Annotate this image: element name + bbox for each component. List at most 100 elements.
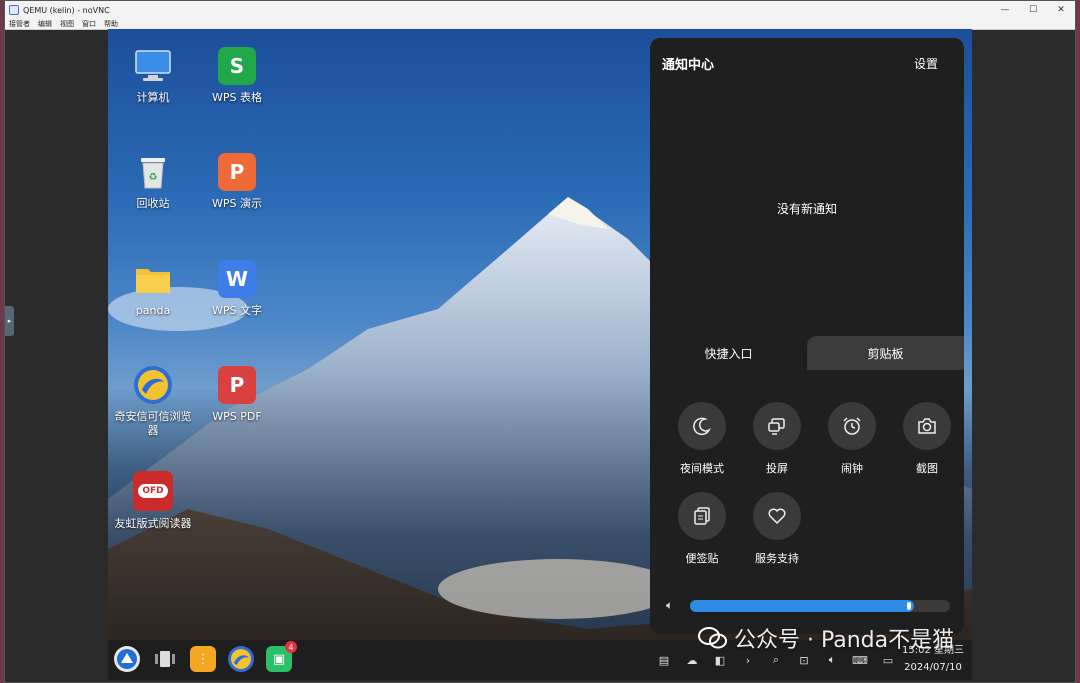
wps-pdf-icon: P: [218, 366, 256, 404]
color-app-icon[interactable]: ◧: [712, 652, 728, 668]
multitask-icon: [155, 651, 175, 667]
wps-writer-icon: W: [218, 260, 256, 298]
quick-action-label: 截图: [916, 462, 938, 475]
file-manager-icon: ⋮: [196, 651, 210, 667]
maximize-button[interactable]: ☐: [1019, 1, 1047, 19]
desktop-icon-label: 计算机: [136, 91, 170, 104]
quick-action-label: 投屏: [766, 462, 788, 475]
system-tray: ▤ ☁ ◧ › ⌕ ⊡ 🔈︎ ⌨ ▭: [656, 652, 896, 668]
browser-icon: [134, 366, 172, 404]
close-button[interactable]: ✕: [1047, 1, 1075, 19]
message-icon[interactable]: ▭: [880, 652, 896, 668]
camera-icon: [903, 402, 951, 450]
quick-action-label: 夜间模式: [680, 462, 724, 475]
browser-icon: [231, 649, 251, 669]
quick-action-service-support[interactable]: 服务支持: [742, 492, 812, 566]
tab-quick-access[interactable]: 快捷入口: [650, 336, 807, 370]
desktop-icon-wps-writer[interactable]: W WPS 文字: [192, 260, 282, 318]
novnc-sidebar-handle[interactable]: ▸: [5, 306, 14, 336]
desktop-icon-label: WPS 演示: [212, 197, 262, 210]
shopping-bag-icon: ▣: [272, 651, 286, 667]
menu-item-view[interactable]: 视图: [60, 19, 74, 29]
file-manager-taskbar-button[interactable]: ⋮: [190, 646, 216, 672]
tab-clipboard[interactable]: 剪贴板: [807, 336, 964, 370]
notification-tabs: 快捷入口 剪贴板: [650, 336, 964, 370]
quick-action-screen-cast[interactable]: 投屏: [742, 402, 812, 476]
desktop-icon-wps-pdf[interactable]: P WPS PDF: [192, 366, 282, 424]
search-icon[interactable]: ⌕: [768, 652, 784, 668]
multitask-view-button[interactable]: [152, 646, 178, 672]
chevron-right-icon[interactable]: ›: [740, 652, 756, 668]
menu-item-takeover[interactable]: 接管者: [9, 19, 30, 29]
ofd-glyph: OFD: [138, 484, 168, 498]
taskbar-apps: ⋮ ▣ 4: [114, 641, 297, 672]
notification-settings-button[interactable]: 设置: [914, 55, 938, 72]
novnc-app-icon: [9, 5, 19, 15]
desktop-icon-label: 回收站: [136, 197, 170, 210]
cast-icon: [753, 402, 801, 450]
notes-icon: [678, 492, 726, 540]
quick-action-alarm[interactable]: 闹钟: [817, 402, 887, 476]
desktop-icon-qianxin-browser[interactable]: 奇安信可信浏览器: [108, 366, 198, 438]
quick-action-night-mode[interactable]: 夜间模式: [667, 402, 737, 476]
quick-action-label: 服务支持: [755, 552, 799, 565]
browser-taskbar-button[interactable]: [228, 646, 254, 672]
desktop-icon-label: WPS 文字: [212, 304, 262, 317]
start-menu-button[interactable]: [114, 646, 140, 672]
quick-action-sticky-notes[interactable]: 便签贴: [667, 492, 737, 566]
menu-item-edit[interactable]: 编辑: [38, 19, 52, 29]
quick-action-label: 便签贴: [685, 552, 719, 565]
cloud-icon[interactable]: ☁: [684, 652, 700, 668]
watermark-text: 公众号 · Panda不是猫: [734, 628, 955, 653]
desktop-icon-label: 友虹版式阅读器: [114, 517, 192, 530]
notification-badge: 4: [285, 641, 297, 653]
notification-center: 通知中心 设置 没有新通知 快捷入口 剪贴板 夜间模式 投屏 闹钟 截图 便签贴…: [650, 38, 964, 634]
minimize-button[interactable]: —: [991, 1, 1019, 19]
volume-slider-knob[interactable]: [906, 602, 911, 610]
folder-icon: [134, 260, 172, 298]
volume-control: 🔈︎: [666, 598, 950, 613]
clipboard-icon[interactable]: ▤: [656, 652, 672, 668]
quick-action-label: 闹钟: [841, 462, 863, 475]
keyboard-icon[interactable]: ⌨: [852, 652, 868, 668]
host-titlebar: QEMU (kelin) - noVNC — ☐ ✕: [5, 1, 1075, 19]
clock-date: 2024/07/10: [904, 662, 962, 673]
svg-text:♻: ♻: [149, 172, 158, 183]
wps-presentation-icon: P: [218, 153, 256, 191]
desktop-icon-wps-presentation[interactable]: P WPS 演示: [192, 153, 282, 211]
wps-sheets-icon: S: [218, 47, 256, 85]
desktop-icon-wps-sheets[interactable]: S WPS 表格: [192, 47, 282, 105]
moon-icon: [678, 402, 726, 450]
desktop-icon-computer[interactable]: 计算机: [108, 47, 198, 105]
desktop-icon-label: WPS PDF: [212, 410, 262, 423]
vm-desktop: 计算机 S WPS 表格 ♻ 回收站 P WPS 演示 panda W WPS …: [108, 29, 972, 680]
monitor-icon: [134, 47, 172, 85]
trash-icon: ♻: [134, 153, 172, 191]
quick-action-screenshot[interactable]: 截图: [892, 402, 962, 476]
desktop-icon-label: WPS 表格: [212, 91, 262, 104]
menu-item-help[interactable]: 帮助: [104, 19, 118, 29]
desktop-icon-foxit-reader[interactable]: OFD 友虹版式阅读器: [108, 471, 198, 531]
wechat-logo-icon: [698, 627, 727, 649]
window-controls: — ☐ ✕: [991, 1, 1075, 19]
desktop-icon-label: 奇安信可信浏览器: [114, 410, 192, 437]
desktop-icon-recycle-bin[interactable]: ♻ 回收站: [108, 153, 198, 211]
quick-access-grid: 夜间模式 投屏 闹钟 截图 便签贴 服务支持: [650, 370, 964, 634]
alarm-icon: [828, 402, 876, 450]
desktop-icon-panda-folder[interactable]: panda: [108, 260, 198, 318]
volume-slider-fill: [690, 600, 914, 612]
ofd-reader-icon: OFD: [133, 471, 173, 511]
no-notifications-text: 没有新通知: [776, 202, 837, 216]
volume-slider[interactable]: [690, 600, 950, 612]
notification-center-title: 通知中心: [662, 58, 715, 73]
heart-icon: [753, 492, 801, 540]
host-window-title: QEMU (kelin) - noVNC: [23, 5, 110, 15]
speaker-icon[interactable]: 🔈︎: [666, 598, 682, 613]
app-store-taskbar-button[interactable]: ▣ 4: [266, 641, 297, 672]
start-logo-icon: [117, 649, 137, 669]
network-icon[interactable]: ⊡: [796, 652, 812, 668]
volume-icon[interactable]: 🔈︎: [824, 652, 840, 668]
desktop-icon-label: panda: [135, 304, 171, 317]
watermark: 公众号 · Panda不是猫: [698, 622, 954, 654]
menu-item-window[interactable]: 窗口: [82, 19, 96, 29]
